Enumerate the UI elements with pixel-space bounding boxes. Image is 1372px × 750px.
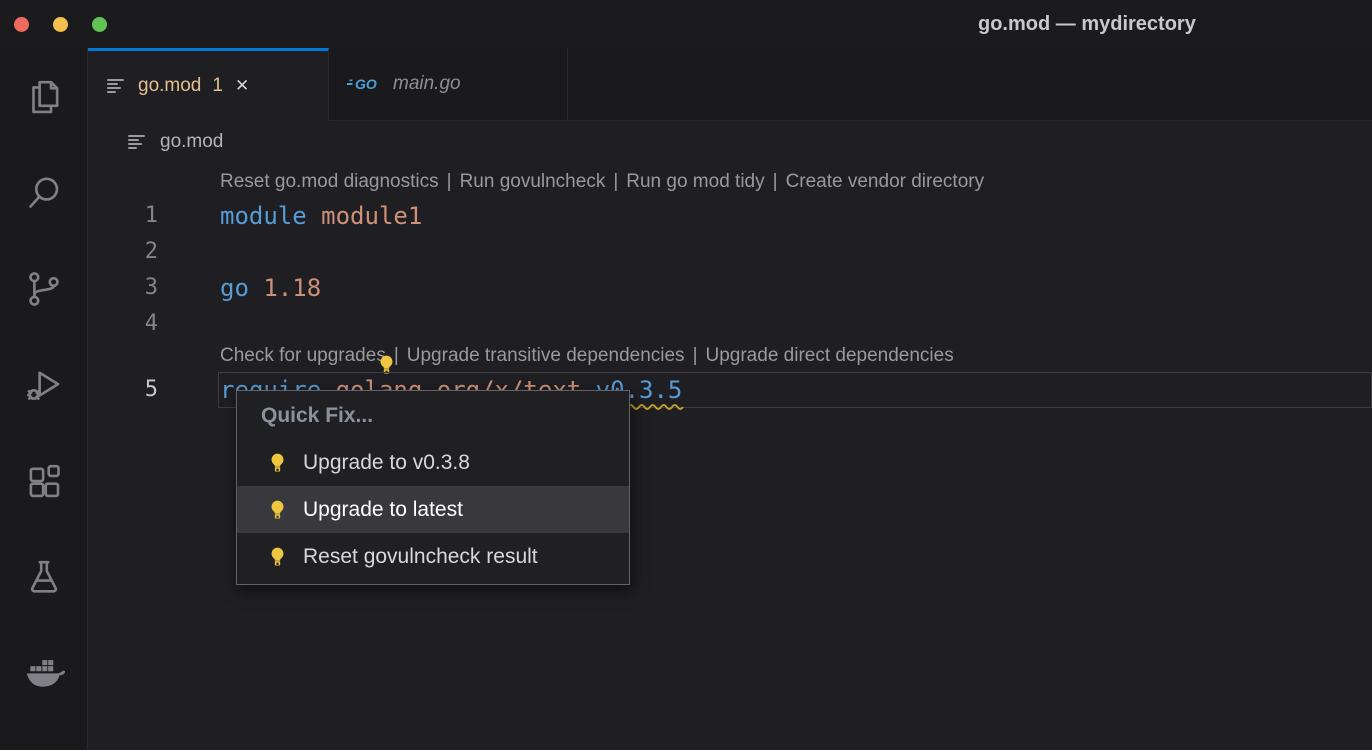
zoom-window-button[interactable]: [92, 17, 107, 32]
main-area: go.mod 1 ✕ GO main.go go.m: [0, 48, 1372, 750]
codelens-gomod-commands: Reset go.mod diagnostics|Run govulncheck…: [220, 163, 1372, 198]
go-logo-icon: GO: [347, 75, 383, 93]
run-debug-icon: [23, 364, 65, 406]
code-line-1[interactable]: 1 module module1: [88, 198, 1372, 234]
minimize-window-button[interactable]: [53, 17, 68, 32]
codelens-link[interactable]: Upgrade direct dependencies: [706, 345, 954, 366]
codelens-link[interactable]: Reset go.mod diagnostics: [220, 171, 439, 192]
module-name: module1: [321, 202, 422, 230]
sidebar-item-docker[interactable]: [23, 652, 65, 694]
extensions-icon: [23, 460, 65, 502]
breadcrumb[interactable]: go.mod: [88, 121, 1372, 163]
quick-fix-item-upgrade-latest[interactable]: Upgrade to latest: [237, 486, 629, 533]
keyword-go: go: [220, 274, 249, 302]
files-icon: [23, 76, 65, 118]
line-number: 1: [88, 198, 170, 234]
lightbulb-icon: [267, 546, 288, 567]
lightbulb-icon: [267, 499, 288, 520]
quick-fix-item-upgrade-v038[interactable]: Upgrade to v0.3.8: [237, 439, 629, 486]
line-number: 3: [88, 270, 170, 306]
quick-fix-header: Quick Fix...: [237, 401, 629, 431]
quick-fix-item-label: Upgrade to latest: [303, 498, 463, 522]
code-line-4[interactable]: 4: [88, 306, 1372, 342]
close-window-button[interactable]: [14, 17, 29, 32]
tab-bar: go.mod 1 ✕ GO main.go: [88, 48, 1372, 121]
breadcrumb-filename: go.mod: [160, 131, 223, 153]
tab-main-go[interactable]: GO main.go: [329, 48, 568, 121]
activity-bar: [0, 48, 88, 750]
tab-go-mod-label: go.mod: [138, 75, 201, 97]
docker-whale-icon: [23, 652, 65, 694]
tab-go-mod[interactable]: go.mod 1 ✕: [88, 48, 329, 121]
beaker-icon: [23, 556, 65, 598]
sidebar-item-source-control[interactable]: [23, 268, 65, 310]
tab-bar-empty-space: [568, 48, 1372, 121]
keyword-module: module: [220, 202, 307, 230]
sidebar-item-extensions[interactable]: [23, 460, 65, 502]
sidebar-item-run-and-debug[interactable]: [23, 364, 65, 406]
git-branch-icon: [23, 268, 65, 310]
codelens-link[interactable]: Run govulncheck: [460, 171, 606, 192]
codelens-link[interactable]: Upgrade transitive dependencies: [407, 345, 685, 366]
sidebar-item-search[interactable]: [23, 172, 65, 214]
code-line-3[interactable]: 3 go 1.18: [88, 270, 1372, 306]
go-mod-file-icon: [127, 132, 147, 152]
tab-go-mod-badge: 1: [212, 75, 223, 97]
code-line-2[interactable]: 2: [88, 234, 1372, 270]
lightbulb-icon: [267, 452, 288, 473]
quick-fix-item-reset-govulncheck[interactable]: Reset govulncheck result: [237, 533, 629, 580]
line-number: 2: [88, 234, 170, 270]
go-version: 1.18: [263, 274, 321, 302]
sidebar-item-explorer[interactable]: [23, 76, 65, 118]
window-title: go.mod — mydirectory: [978, 0, 1196, 48]
svg-text:GO: GO: [355, 76, 377, 92]
codelens-link[interactable]: Create vendor directory: [786, 171, 985, 192]
go-mod-file-icon: [106, 76, 126, 96]
quick-fix-item-label: Upgrade to v0.3.8: [303, 451, 470, 475]
quick-fix-item-label: Reset govulncheck result: [303, 545, 538, 569]
tab-close-icon[interactable]: ✕: [235, 76, 249, 96]
codelens-link[interactable]: Run go mod tidy: [626, 171, 764, 192]
line-number: 4: [88, 306, 170, 342]
title-bar: go.mod — mydirectory: [0, 0, 1372, 48]
line-number: 5: [88, 372, 170, 408]
tab-main-go-label: main.go: [393, 73, 461, 95]
sidebar-item-testing[interactable]: [23, 556, 65, 598]
quick-fix-menu: Quick Fix... Upgrade to v0.3.8 Upgrade t…: [236, 390, 630, 585]
search-icon: [23, 172, 65, 214]
